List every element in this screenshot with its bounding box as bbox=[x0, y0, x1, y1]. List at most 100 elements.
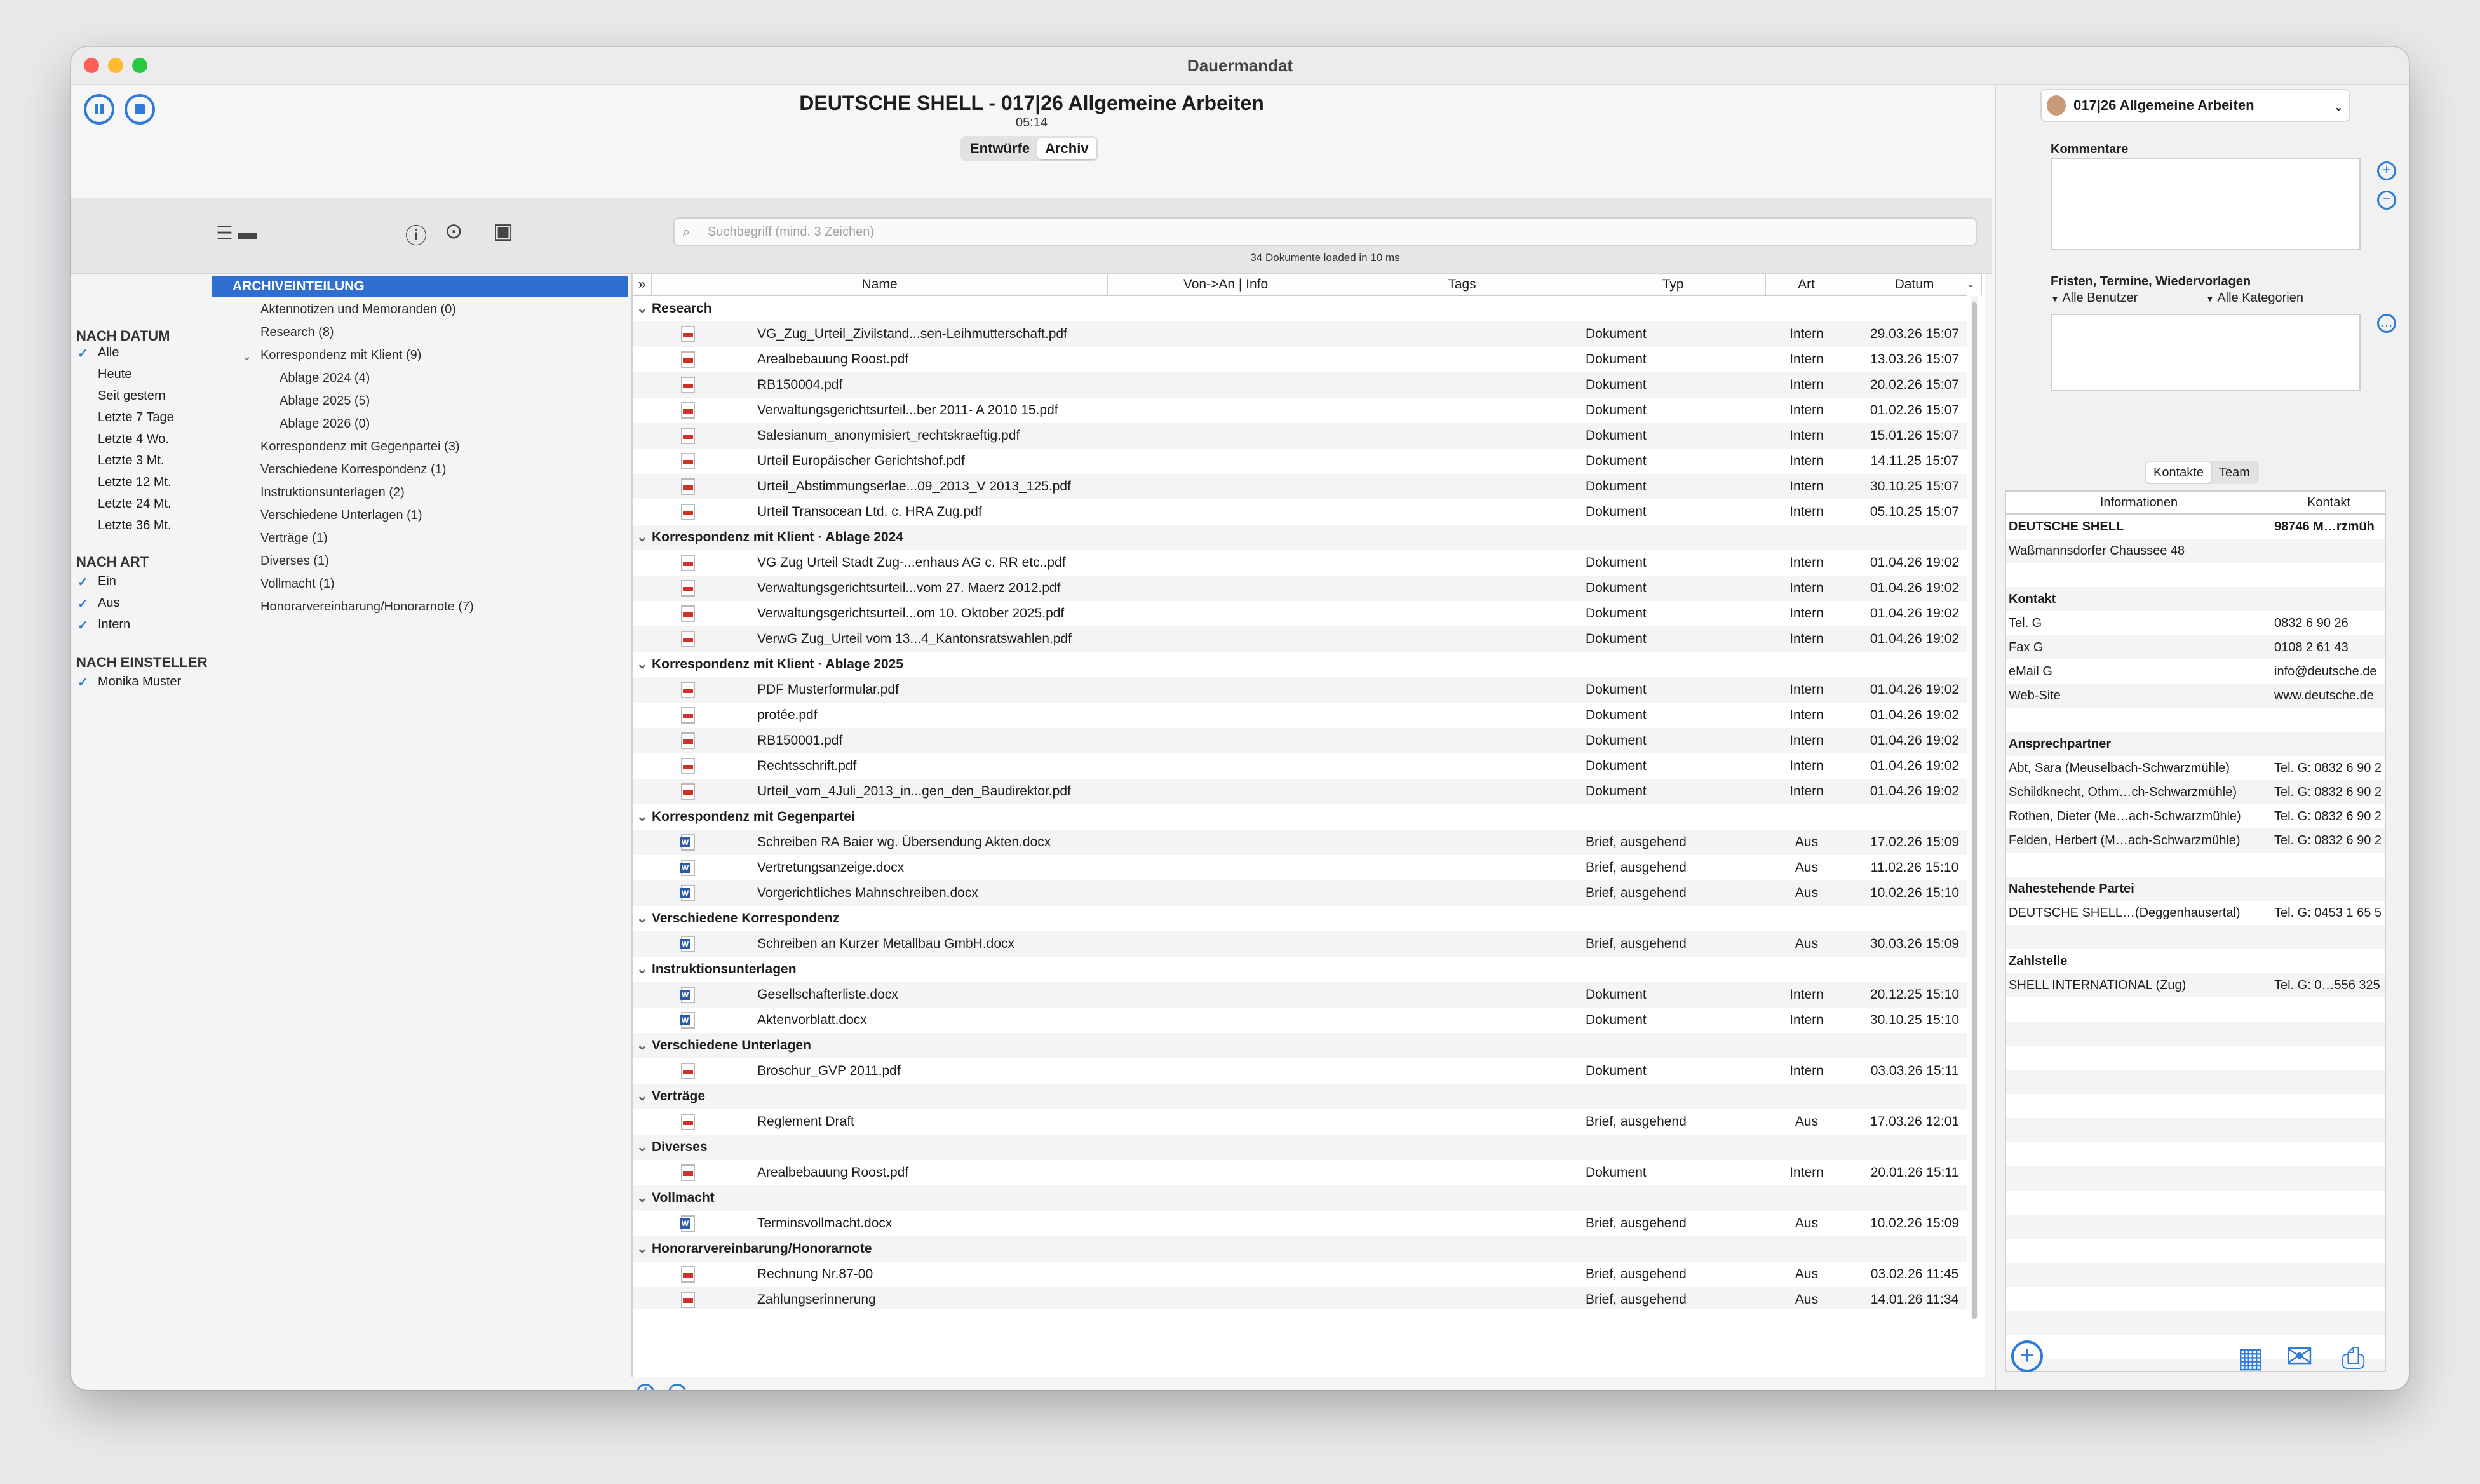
printer-icon[interactable]: ⎙ bbox=[2342, 1340, 2365, 1376]
minimize-window-button[interactable] bbox=[108, 58, 123, 73]
table-row[interactable]: Verwaltungsgerichtsurteil...vom 27. Maer… bbox=[633, 576, 1967, 601]
chevron-down-icon[interactable]: ⌄ bbox=[637, 652, 648, 677]
close-window-button[interactable] bbox=[84, 58, 99, 73]
thumbnail-view-icon[interactable]: ▬ bbox=[238, 222, 257, 244]
contact-row[interactable] bbox=[2006, 853, 2385, 877]
tab-entwuerfe[interactable]: Entwürfe bbox=[962, 138, 1037, 159]
table-row[interactable]: Rechtsschrift.pdf Dokument Intern 01.04.26 … bbox=[633, 753, 1967, 779]
table-scrollbar[interactable] bbox=[1971, 296, 1978, 1319]
tree-item[interactable]: Aktennotizen und Memoranden (0) bbox=[260, 302, 456, 317]
add-icon[interactable]: + bbox=[2011, 1340, 2043, 1372]
table-row[interactable]: VG Zug Urteil Stadt Zug-...enhaus AG c. … bbox=[633, 550, 1967, 576]
archive-box-icon[interactable]: ▣ bbox=[493, 219, 513, 244]
chevron-down-icon[interactable]: ⌄ bbox=[637, 1135, 648, 1160]
add-comment-button[interactable]: + bbox=[2377, 161, 2396, 180]
tree-item[interactable]: Honorarvereinbarung/Honorarnote (7) bbox=[260, 600, 474, 614]
contact-row[interactable]: eMail G info@deutsche.de bbox=[2006, 659, 2385, 684]
table-row[interactable]: Vertretungsanzeige.docx Brief, ausgehend A… bbox=[633, 855, 1967, 880]
contact-row[interactable] bbox=[2006, 563, 2385, 587]
zoom-window-button[interactable] bbox=[132, 58, 147, 73]
chevron-down-icon[interactable]: ⌄ bbox=[637, 1185, 648, 1211]
group-header-row[interactable]: ⌄ Honorarvereinbarung/Honorarnote bbox=[633, 1236, 1967, 1262]
column-name[interactable]: Name bbox=[652, 274, 1108, 295]
tree-root-archiveinteilung[interactable]: ARCHIVEINTEILUNG bbox=[212, 276, 628, 297]
column-von-an[interactable]: Von->An | Info bbox=[1108, 274, 1344, 295]
filter-date-4-weeks[interactable]: Letzte 4 Wo. bbox=[98, 432, 169, 447]
table-row[interactable]: Arealbebauung Roost.pdf Dokument Intern 13.… bbox=[633, 347, 1967, 372]
info-icon[interactable]: ⓘ bbox=[405, 219, 427, 250]
contact-row[interactable]: DEUTSCHE SHELL…(Deggenhausertal) Tel. G: … bbox=[2006, 901, 2385, 925]
column-informationen[interactable]: Informationen bbox=[2006, 492, 2272, 513]
filter-art-intern[interactable]: ✓ Intern bbox=[78, 617, 130, 633]
table-row[interactable]: PDF Musterformular.pdf Dokument Intern 01.0… bbox=[633, 677, 1967, 703]
users-filter-dropdown[interactable]: ▼ Alle Benutzer bbox=[2051, 291, 2138, 306]
table-row[interactable]: Reglement Draft Brief, ausgehend Aus 17.03.… bbox=[633, 1109, 1967, 1135]
column-expand[interactable]: » bbox=[633, 274, 652, 295]
contact-row[interactable]: Ansprechpartner bbox=[2006, 732, 2385, 756]
group-header-row[interactable]: ⌄ Verträge bbox=[633, 1084, 1967, 1109]
table-row[interactable]: Terminsvollmacht.docx Brief, ausgehend Aus… bbox=[633, 1211, 1967, 1236]
table-row[interactable]: Urteil Europäischer Gerichtshof.pdf Dokum… bbox=[633, 449, 1967, 474]
contact-row[interactable]: Waßmannsdorfer Chaussee 48 bbox=[2006, 539, 2385, 563]
list-view-icon[interactable]: ☰ bbox=[216, 222, 233, 245]
tab-kontakte[interactable]: Kontakte bbox=[2146, 462, 2211, 483]
filter-art-aus[interactable]: ✓ Aus bbox=[78, 596, 119, 611]
chevron-down-icon[interactable]: ⌄ bbox=[637, 957, 648, 982]
filter-date-today[interactable]: Heute bbox=[98, 367, 131, 382]
table-row[interactable]: Rechnung Nr.87-00 Brief, ausgehend Aus 03.0… bbox=[633, 1262, 1967, 1287]
add-document-button[interactable]: + bbox=[637, 1384, 654, 1390]
tree-item[interactable]: Instruktionsunterlagen (2) bbox=[260, 485, 405, 500]
table-row[interactable]: Schreiben RA Baier wg. Übersendung Akten… bbox=[633, 830, 1967, 855]
chevron-down-icon[interactable]: ⌄ bbox=[637, 906, 648, 931]
tree-item[interactable]: Ablage 2026 (0) bbox=[280, 417, 370, 431]
tree-item[interactable]: Verschiedene Korrespondenz (1) bbox=[260, 462, 446, 477]
group-header-row[interactable]: ⌄ Research bbox=[633, 296, 1967, 321]
table-row[interactable]: Gesellschafterliste.docx Dokument Intern 20… bbox=[633, 982, 1967, 1008]
contact-row[interactable]: Schildknecht, Othm…ch-Schwarzmühle) Tel. … bbox=[2006, 780, 2385, 804]
more-options-icon[interactable]: ⊙ bbox=[445, 219, 463, 244]
group-header-row[interactable]: ⌄ Instruktionsunterlagen bbox=[633, 957, 1967, 982]
tree-item[interactable]: Ablage 2025 (5) bbox=[280, 394, 370, 408]
tree-item[interactable]: Verschiedene Unterlagen (1) bbox=[260, 508, 422, 523]
remove-document-button[interactable]: − bbox=[668, 1384, 686, 1390]
filter-date-all[interactable]: ✓ Alle bbox=[78, 346, 119, 361]
group-header-row[interactable]: ⌄ Korrespondenz mit Klient · Ablage 2024 bbox=[633, 525, 1967, 550]
tree-item[interactable]: ⌄ Korrespondenz mit Klient (9) bbox=[241, 348, 421, 363]
table-row[interactable]: Verwaltungsgerichtsurteil...ber 2011- A … bbox=[633, 398, 1967, 423]
contact-row[interactable]: Nahestehende Partei bbox=[2006, 877, 2385, 901]
table-row[interactable]: Urteil_Abstimmungserlae...09_2013_V 2013… bbox=[633, 474, 1967, 499]
chevron-down-icon[interactable]: ⌄ bbox=[637, 296, 648, 321]
calculator-icon[interactable]: ▦ bbox=[2237, 1342, 2264, 1374]
contact-row[interactable]: Fax G 0108 2 61 43 bbox=[2006, 635, 2385, 659]
contact-row[interactable]: Zahlstelle bbox=[2006, 949, 2385, 973]
contact-row[interactable] bbox=[2006, 925, 2385, 949]
contact-row[interactable]: Web-Site www.deutsche.de bbox=[2006, 684, 2385, 708]
mail-icon[interactable]: ✉ bbox=[2286, 1338, 2314, 1376]
filter-date-7-days[interactable]: Letzte 7 Tage bbox=[98, 410, 174, 425]
tree-item[interactable]: Vollmacht (1) bbox=[260, 577, 335, 591]
contact-row[interactable]: DEUTSCHE SHELL 98746 M…rzmüh bbox=[2006, 515, 2385, 539]
filter-date-36-months[interactable]: Letzte 36 Mt. bbox=[98, 518, 172, 533]
table-row[interactable]: RB150001.pdf Dokument Intern 01.04.26 19:02… bbox=[633, 728, 1967, 753]
filter-date-24-months[interactable]: Letzte 24 Mt. bbox=[98, 497, 172, 511]
comments-field[interactable] bbox=[2051, 158, 2361, 250]
tree-item[interactable]: Ablage 2024 (4) bbox=[280, 371, 370, 386]
table-row[interactable]: Vorgerichtliches Mahnschreiben.docx Brief… bbox=[633, 880, 1967, 906]
contact-row[interactable] bbox=[2006, 708, 2385, 732]
filter-date-12-months[interactable]: Letzte 12 Mt. bbox=[98, 475, 172, 490]
tree-item[interactable]: Diverses (1) bbox=[260, 554, 329, 569]
chevron-down-icon[interactable]: ⌄ bbox=[637, 1084, 648, 1109]
tab-archiv[interactable]: Archiv bbox=[1037, 138, 1096, 159]
contact-row[interactable]: Abt, Sara (Meuselbach-Schwarzmühle) Tel. … bbox=[2006, 756, 2385, 780]
group-header-row[interactable]: ⌄ Vollmacht bbox=[633, 1185, 1967, 1211]
contact-row[interactable]: Kontakt bbox=[2006, 587, 2385, 611]
chevron-down-icon[interactable]: ⌄ bbox=[241, 348, 252, 364]
tree-item[interactable]: Research (8) bbox=[260, 325, 334, 340]
deadlines-list[interactable] bbox=[2051, 314, 2361, 391]
table-row[interactable]: VerwG Zug_Urteil vom 13...4_Kantonsratsw… bbox=[633, 626, 1967, 652]
group-header-row[interactable]: ⌄ Korrespondenz mit Klient · Ablage 2025 bbox=[633, 652, 1967, 677]
table-row[interactable]: Urteil Transocean Ltd. c. HRA Zug.pdf Dok… bbox=[633, 499, 1967, 525]
column-datum[interactable]: Datum ⌄ bbox=[1847, 274, 1982, 295]
column-art[interactable]: Art bbox=[1766, 274, 1847, 295]
table-row[interactable]: Broschur_GVP 2011.pdf Dokument Intern 03.03… bbox=[633, 1058, 1967, 1084]
